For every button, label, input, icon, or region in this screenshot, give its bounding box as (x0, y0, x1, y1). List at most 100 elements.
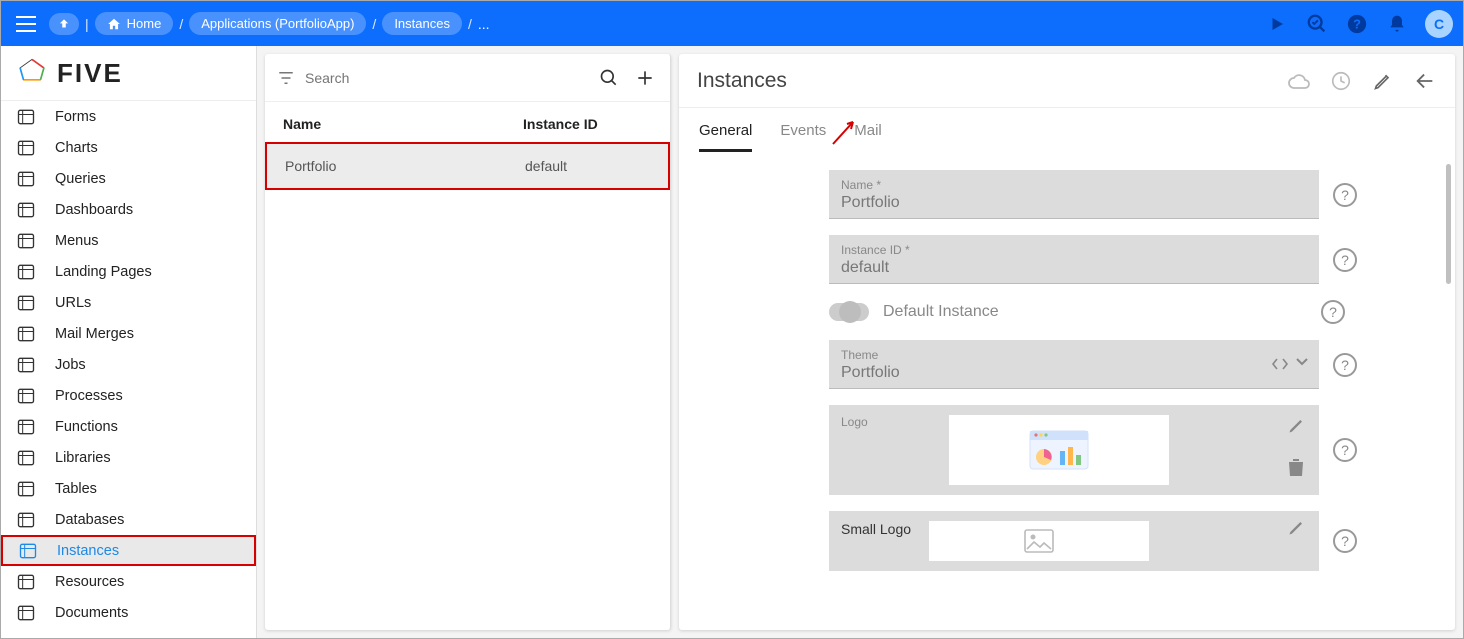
bell-icon[interactable] (1385, 12, 1409, 36)
svg-text:?: ? (1353, 16, 1361, 31)
breadcrumb-home[interactable]: Home (95, 12, 174, 35)
back-icon[interactable] (1413, 69, 1437, 93)
code-icon[interactable] (1271, 357, 1289, 371)
sidebar-item-label: Queries (55, 171, 106, 187)
list-row[interactable]: Portfolio default (265, 142, 670, 190)
mail-merges-icon (15, 323, 37, 345)
menu-icon[interactable] (11, 9, 41, 39)
sidebar-item-landing-pages[interactable]: Landing Pages (1, 256, 256, 287)
functions-icon (15, 416, 37, 438)
help-icon[interactable]: ? (1333, 183, 1357, 207)
help-icon[interactable]: ? (1345, 12, 1369, 36)
sidebar-item-processes[interactable]: Processes (1, 380, 256, 411)
list-header: Name Instance ID (265, 102, 670, 142)
sidebar-item-label: Documents (55, 605, 128, 621)
column-instanceid: Instance ID (523, 116, 652, 132)
sidebar-item-dashboards[interactable]: Dashboards (1, 194, 256, 225)
avatar[interactable]: C (1425, 10, 1453, 38)
search-scope-icon[interactable] (1305, 12, 1329, 36)
processes-icon (15, 385, 37, 407)
chevron-down-icon[interactable] (1295, 357, 1309, 371)
small-logo-preview (929, 521, 1149, 561)
dashboards-icon (15, 199, 37, 221)
urls-icon (15, 292, 37, 314)
help-icon[interactable]: ? (1333, 529, 1357, 553)
search-input[interactable] (305, 70, 586, 86)
sidebar-item-urls[interactable]: URLs (1, 287, 256, 318)
sidebar-item-label: Databases (55, 512, 124, 528)
instances-icon (17, 540, 39, 562)
sidebar-item-label: Functions (55, 419, 118, 435)
breadcrumb-more[interactable]: ... (478, 16, 490, 32)
sidebar-item-mail-merges[interactable]: Mail Merges (1, 318, 256, 349)
tab-events[interactable]: Events (780, 122, 826, 152)
sidebar-item-forms[interactable]: Forms (1, 101, 256, 132)
landing-pages-icon (15, 261, 37, 283)
sidebar-item-instances[interactable]: Instances (1, 535, 256, 566)
sidebar-item-label: Jobs (55, 357, 86, 373)
breadcrumb-applications[interactable]: Applications (PortfolioApp) (189, 12, 366, 35)
tab-general[interactable]: General (699, 122, 752, 152)
sidebar-item-label: Processes (55, 388, 123, 404)
jobs-icon (15, 354, 37, 376)
edit-small-logo-icon[interactable] (1287, 517, 1307, 537)
sidebar-item-queries[interactable]: Queries (1, 163, 256, 194)
sidebar-item-label: Mail Merges (55, 326, 134, 342)
resources-icon (15, 571, 37, 593)
edit-icon[interactable] (1371, 69, 1395, 93)
history-icon[interactable] (1329, 69, 1353, 93)
charts-icon (15, 137, 37, 159)
documents-icon (15, 602, 37, 624)
cell-instanceid: default (525, 158, 650, 174)
theme-field[interactable]: Theme Portfolio (829, 340, 1319, 389)
sidebar-item-label: Forms (55, 109, 96, 125)
cell-name: Portfolio (285, 158, 525, 174)
instanceid-field[interactable]: Instance ID * default (829, 235, 1319, 284)
search-icon[interactable] (596, 65, 622, 91)
sidebar-item-functions[interactable]: Functions (1, 411, 256, 442)
edit-logo-icon[interactable] (1287, 415, 1307, 435)
default-instance-label: Default Instance (883, 303, 1307, 321)
breadcrumb-label: Home (127, 16, 162, 31)
breadcrumb-up[interactable] (49, 13, 79, 35)
sidebar-item-label: Tables (55, 481, 97, 497)
sidebar-item-label: Libraries (55, 450, 111, 466)
logo-text: FIVE (57, 58, 123, 89)
queries-icon (15, 168, 37, 190)
column-name: Name (283, 116, 523, 132)
help-icon[interactable]: ? (1333, 353, 1357, 377)
detail-panel: Instances General Events Mail Name * Por… (679, 54, 1455, 630)
sidebar-item-tables[interactable]: Tables (1, 473, 256, 504)
sidebar-item-documents[interactable]: Documents (1, 597, 256, 628)
scrollbar[interactable] (1446, 164, 1451, 284)
help-icon[interactable]: ? (1333, 248, 1357, 272)
small-logo-field: Small Logo (829, 511, 1319, 571)
sidebar-item-resources[interactable]: Resources (1, 566, 256, 597)
default-instance-toggle[interactable] (829, 303, 869, 321)
detail-tabs: General Events Mail (679, 108, 1455, 152)
logo-field: Logo (829, 405, 1319, 495)
filter-icon[interactable] (277, 69, 295, 87)
play-icon[interactable] (1265, 12, 1289, 36)
sidebar-item-jobs[interactable]: Jobs (1, 349, 256, 380)
page-title: Instances (697, 69, 787, 93)
add-button[interactable] (632, 65, 658, 91)
sidebar-item-libraries[interactable]: Libraries (1, 442, 256, 473)
sidebar-item-databases[interactable]: Databases (1, 504, 256, 535)
forms-icon (15, 106, 37, 128)
menus-icon (15, 230, 37, 252)
logo: FIVE (1, 46, 256, 101)
delete-logo-icon[interactable] (1287, 457, 1307, 477)
breadcrumb-instances[interactable]: Instances (382, 12, 462, 35)
help-icon[interactable]: ? (1333, 438, 1357, 462)
help-icon[interactable]: ? (1321, 300, 1345, 324)
sidebar-item-menus[interactable]: Menus (1, 225, 256, 256)
sidebar-item-charts[interactable]: Charts (1, 132, 256, 163)
cloud-icon[interactable] (1287, 69, 1311, 93)
logo-mark-icon (15, 56, 49, 90)
name-field[interactable]: Name * Portfolio (829, 170, 1319, 219)
tab-mail[interactable]: Mail (854, 122, 882, 152)
sidebar-item-label: Resources (55, 574, 124, 590)
sidebar-item-label: Landing Pages (55, 264, 152, 280)
sidebar: FIVE Forms Charts Queries DashboardsMenus La… (1, 46, 257, 638)
